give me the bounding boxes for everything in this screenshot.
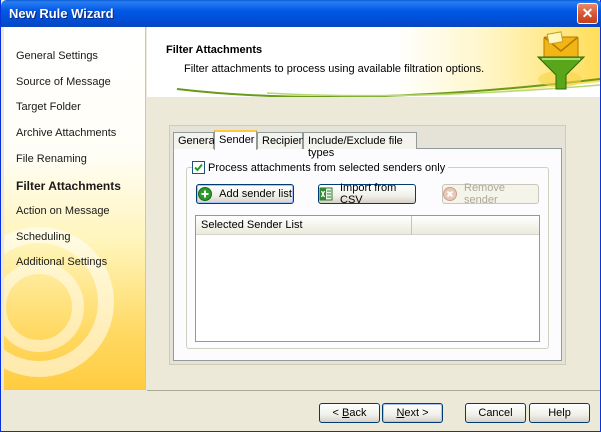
tab-sender[interactable]: Sender (214, 130, 257, 150)
sidebar-item-filter-attachments[interactable]: Filter Attachments (16, 179, 121, 193)
sidebar-item-source-of-message[interactable]: Source of Message (16, 76, 111, 88)
sidebar-item-file-renaming[interactable]: File Renaming (16, 153, 87, 165)
page-subtitle: Filter attachments to process using avai… (184, 63, 485, 75)
help-button[interactable]: Help (529, 403, 590, 423)
funnel-envelope-icon (536, 31, 586, 90)
back-label: ack (349, 407, 367, 419)
sidebar-item-additional-settings[interactable]: Additional Settings (16, 256, 107, 268)
remove-sender-label: Remove sender (464, 182, 505, 206)
column-header-blank[interactable] (413, 216, 539, 235)
step-header: Filter Attachments Filter attachments to… (147, 27, 600, 97)
process-selected-senders-checkbox[interactable] (192, 161, 205, 174)
process-selected-senders-option[interactable]: Process attachments from selected sender… (192, 161, 449, 174)
wizard-steps-sidebar: General Settings Source of Message Targe… (4, 27, 146, 390)
excel-icon (319, 187, 333, 201)
close-icon: ✕ (581, 5, 594, 21)
title-bar[interactable]: New Rule Wizard ✕ (1, 0, 601, 27)
import-from-csv-button[interactable]: Import from CSV (318, 182, 416, 206)
next-accelerator: N (396, 407, 405, 419)
cancel-label: Cancel (478, 407, 513, 419)
remove-sender-button[interactable]: Remove sender (442, 182, 539, 206)
next-button[interactable]: Next > (382, 403, 443, 423)
add-sender-list-button[interactable]: Add sender list (196, 184, 294, 204)
sidebar-item-archive-attachments[interactable]: Archive Attachments (16, 127, 116, 139)
wizard-window: New Rule Wizard ✕ General Settings Sourc… (0, 0, 601, 432)
column-header-selected-sender-list[interactable]: Selected Sender List (196, 216, 412, 235)
add-icon (198, 187, 213, 201)
back-button[interactable]: < Back (319, 403, 380, 423)
remove-icon (443, 187, 457, 201)
header-swoosh-decoration (176, 78, 600, 97)
import-from-csv-label: Import from CSV (340, 182, 397, 206)
sidebar-item-general-settings[interactable]: General Settings (16, 50, 98, 62)
tab-recipient[interactable]: Recipient (257, 132, 308, 149)
sidebar-item-scheduling[interactable]: Scheduling (16, 231, 70, 243)
cancel-button[interactable]: Cancel (465, 403, 526, 423)
checkmark-icon (194, 163, 203, 172)
back-accelerator: B (342, 407, 350, 419)
next-label: ext > (404, 407, 429, 419)
tab-general[interactable]: General (173, 132, 217, 149)
sidebar-item-action-on-message[interactable]: Action on Message (16, 205, 110, 217)
footer-divider (147, 390, 600, 391)
page-title: Filter Attachments (166, 44, 263, 56)
add-sender-list-label: Add sender list (219, 188, 292, 200)
process-selected-senders-label: Process attachments from selected sender… (208, 161, 446, 174)
help-label: Help (548, 407, 571, 419)
window-title: New Rule Wizard (9, 6, 114, 21)
back-prefix: < (332, 407, 342, 419)
sender-list-header: Selected Sender List (196, 216, 539, 235)
sidebar-item-target-folder[interactable]: Target Folder (16, 101, 81, 113)
close-button[interactable]: ✕ (577, 3, 598, 24)
tab-include-exclude[interactable]: Include/Exclude file types (303, 132, 417, 159)
sender-list[interactable]: Selected Sender List (195, 215, 540, 342)
